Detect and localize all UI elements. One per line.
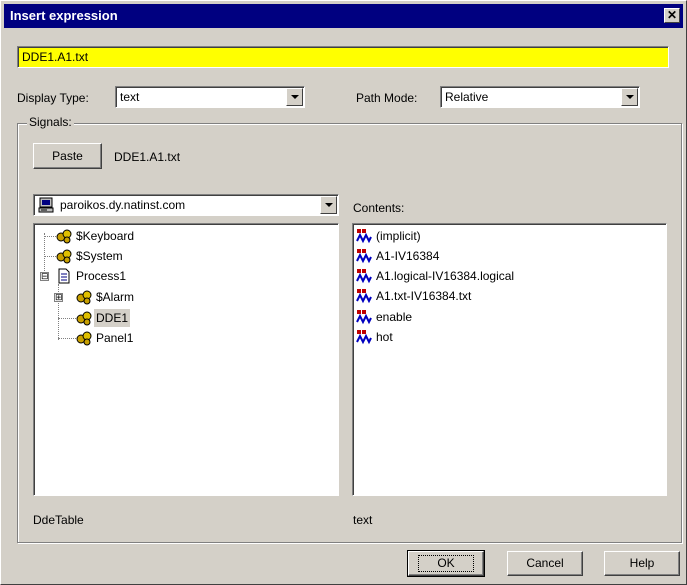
gear-cluster-icon bbox=[76, 311, 92, 326]
contents-list[interactable]: (implicit) A1-IV16384 A1.logical-IV16384… bbox=[352, 223, 667, 496]
close-button[interactable]: ✕ bbox=[664, 8, 680, 23]
signal-wave-icon bbox=[356, 330, 372, 345]
chevron-down-icon[interactable] bbox=[621, 88, 638, 106]
signal-wave-icon bbox=[356, 229, 372, 244]
signal-tree[interactable]: $Keyboard $System ⊟ Process1 ⊞ $Alarm DD… bbox=[33, 223, 339, 496]
path-mode-select[interactable]: Relative bbox=[440, 86, 640, 108]
chevron-down-icon[interactable] bbox=[286, 88, 303, 106]
tree-status: DdeTable bbox=[33, 513, 84, 527]
close-icon: ✕ bbox=[666, 8, 678, 22]
signal-wave-icon bbox=[356, 249, 372, 264]
signal-wave-icon bbox=[356, 310, 372, 325]
help-button-label: Help bbox=[629, 556, 655, 570]
gear-cluster-icon bbox=[76, 331, 92, 346]
gear-cluster-icon bbox=[56, 229, 72, 244]
insert-expression-dialog: Insert expression ✕ DDE1.A1.txt Display … bbox=[0, 0, 687, 585]
paste-button[interactable]: Paste bbox=[33, 143, 102, 169]
tree-connector bbox=[44, 236, 56, 237]
expand-icon[interactable]: ⊞ bbox=[54, 293, 63, 302]
expression-input[interactable]: DDE1.A1.txt bbox=[17, 46, 669, 68]
help-button[interactable]: Help bbox=[604, 551, 680, 576]
server-select[interactable]: paroikos.dy.natinst.com bbox=[33, 194, 339, 216]
signal-wave-icon bbox=[356, 289, 372, 304]
signal-wave-icon bbox=[356, 269, 372, 284]
gear-cluster-icon bbox=[76, 290, 92, 305]
gear-cluster-icon bbox=[56, 249, 72, 264]
server-value: paroikos.dy.natinst.com bbox=[60, 198, 186, 212]
path-mode-value: Relative bbox=[445, 90, 489, 104]
title-bar: Insert expression ✕ bbox=[4, 4, 683, 28]
paste-value: DDE1.A1.txt bbox=[114, 150, 181, 164]
contents-status: text bbox=[353, 513, 373, 527]
chevron-down-icon[interactable] bbox=[320, 196, 337, 214]
cancel-button-label: Cancel bbox=[526, 556, 564, 570]
computer-icon bbox=[38, 197, 54, 213]
document-icon bbox=[58, 268, 70, 284]
display-type-label: Display Type: bbox=[17, 91, 89, 105]
display-type-select[interactable]: text bbox=[115, 86, 305, 108]
display-type-value: text bbox=[120, 90, 140, 104]
window-title: Insert expression bbox=[10, 8, 118, 23]
contents-label: Contents: bbox=[353, 201, 405, 215]
paste-button-label: Paste bbox=[52, 149, 83, 163]
tree-connector bbox=[58, 338, 76, 339]
cancel-button[interactable]: Cancel bbox=[507, 551, 583, 576]
collapse-icon[interactable]: ⊟ bbox=[40, 272, 49, 281]
ok-button-label: OK bbox=[418, 555, 474, 572]
path-mode-label: Path Mode: bbox=[356, 91, 418, 105]
tree-connector bbox=[58, 318, 76, 319]
tree-connector bbox=[44, 256, 56, 257]
ok-button[interactable]: OK bbox=[407, 550, 485, 577]
signals-group-label: Signals: bbox=[27, 115, 74, 129]
